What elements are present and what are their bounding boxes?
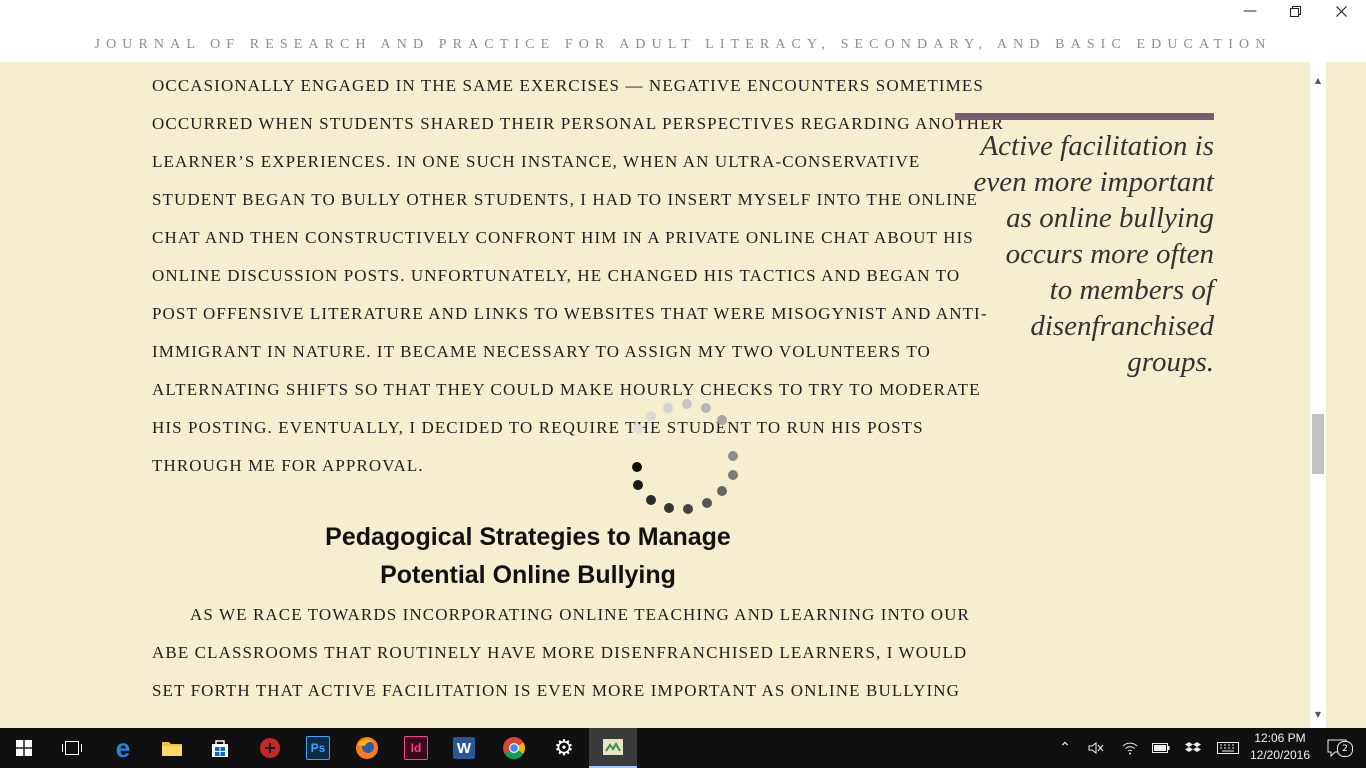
restore-icon: [1289, 5, 1301, 17]
action-center-button[interactable]: 2: [1322, 728, 1353, 768]
photoshop-icon: Ps: [306, 736, 330, 760]
clock-date: 12/20/2016: [1249, 748, 1311, 762]
title-bar: JOURNAL OF RESEARCH AND PRACTICE FOR ADU…: [0, 0, 1366, 62]
section-heading-line: Potential Online Bullying: [380, 561, 676, 589]
text-line: AS WE RACE TOWARDS INCORPORATING ONLINE …: [190, 605, 970, 624]
text-line: LEARNER’S EXPERIENCES. IN ONE SUCH INSTA…: [152, 152, 921, 171]
keyboard-icon: [1217, 742, 1239, 754]
text-line: ONLINE DISCUSSION POSTS. UNFORTUNATELY, …: [152, 266, 961, 285]
network-button[interactable]: [1118, 728, 1142, 768]
clock-time: 12:06 PM: [1254, 731, 1306, 745]
indesign-button[interactable]: Id: [392, 728, 440, 768]
task-view-button[interactable]: [48, 728, 96, 768]
pullquote-line: even more important: [973, 166, 1214, 198]
reader-app-icon: [603, 739, 623, 755]
volume-muted-icon: [1088, 742, 1104, 754]
photoshop-button[interactable]: Ps: [294, 728, 342, 768]
pullquote-line: as online bullying: [1006, 202, 1214, 234]
pullquote-line: disenfranchised: [1030, 310, 1214, 342]
task-view-icon: [62, 741, 82, 755]
edge-button[interactable]: e: [99, 728, 147, 768]
pullquote-line: Active facilitation is: [980, 130, 1214, 162]
indesign-icon: Id: [404, 736, 428, 760]
pullquote-rule: [955, 113, 1214, 120]
minimize-button[interactable]: —: [1227, 0, 1273, 22]
text-line: IMMIGRANT IN NATURE. IT BECAME NECESSARY…: [152, 342, 931, 361]
text-line: OCCURRED WHEN STUDENTS SHARED THEIR PERS…: [152, 114, 1004, 133]
dropbox-icon: [1185, 742, 1201, 752]
chrome-icon: [503, 737, 525, 759]
app-red-button[interactable]: [246, 728, 294, 768]
store-icon: [212, 740, 228, 757]
notification-count-badge: 2: [1337, 741, 1353, 757]
journal-header: JOURNAL OF RESEARCH AND PRACTICE FOR ADU…: [94, 37, 1272, 52]
firefox-icon: [356, 737, 378, 759]
section-heading-line: Pedagogical Strategies to Manage: [325, 523, 731, 551]
battery-button[interactable]: [1149, 728, 1173, 768]
text-line: POST OFFENSIVE LITERATURE AND LINKS TO W…: [152, 304, 988, 323]
word-icon: W: [453, 737, 475, 759]
edge-icon: e: [115, 733, 131, 763]
word-button[interactable]: W: [440, 728, 488, 768]
text-line: OCCASIONALLY ENGAGED IN THE SAME EXERCIS…: [152, 76, 984, 95]
pullquote-line: groups.: [1127, 346, 1214, 378]
text-line: HIS POSTING. EVENTUALLY, I DECIDED TO RE…: [152, 418, 924, 437]
loading-spinner-icon: [632, 399, 738, 514]
battery-icon: [1152, 743, 1170, 753]
gear-icon: ⚙: [554, 735, 574, 761]
reader-app-button[interactable]: [589, 728, 637, 768]
text-line: THROUGH ME FOR APPROVAL.: [152, 456, 424, 475]
file-explorer-button[interactable]: [148, 728, 196, 768]
red-app-icon: [260, 738, 280, 758]
paragraph-2: AS WE RACE TOWARDS INCORPORATING ONLINE …: [152, 596, 970, 710]
chevron-up-icon: ⌃: [1059, 740, 1071, 756]
text-line: SET FORTH THAT ACTIVE FACILITATION IS EV…: [152, 681, 960, 700]
text-line: STUDENT BEGAN TO BULLY OTHER STUDENTS, I…: [152, 190, 978, 209]
scroll-up-arrow-icon[interactable]: ▲: [1310, 72, 1326, 88]
vertical-scrollbar[interactable]: ▲ ▼: [1310, 62, 1326, 728]
dropbox-button[interactable]: [1181, 728, 1205, 768]
document-view[interactable]: OCCASIONALLY ENGAGED IN THE SAME EXERCIS…: [0, 62, 1310, 728]
pullquote-line: occurs more often: [1005, 238, 1214, 270]
text-line: ALTERNATING SHIFTS SO THAT THEY COULD MA…: [152, 380, 981, 399]
text-line: ABE CLASSROOMS THAT ROUTINELY HAVE MORE …: [152, 643, 968, 662]
show-hidden-icons-button[interactable]: ⌃: [1054, 728, 1076, 768]
close-button[interactable]: [1318, 0, 1364, 22]
store-button[interactable]: [196, 728, 244, 768]
taskbar: e Ps Id W ⚙ ⌃ 12:06 PM 12/20/2016 2: [0, 728, 1366, 768]
minimize-icon: —: [1243, 3, 1257, 19]
start-button[interactable]: [0, 728, 48, 768]
paragraph-1: OCCASIONALLY ENGAGED IN THE SAME EXERCIS…: [152, 67, 1004, 485]
keyboard-button[interactable]: [1213, 728, 1243, 768]
text-line: CHAT AND THEN CONSTRUCTIVELY CONFRONT HI…: [152, 228, 974, 247]
restore-button[interactable]: [1272, 0, 1318, 22]
scroll-down-arrow-icon[interactable]: ▼: [1310, 706, 1326, 722]
chrome-button[interactable]: [490, 728, 538, 768]
pullquote: Active facilitation is even more importa…: [940, 128, 1214, 380]
windows-logo-icon: [16, 740, 32, 756]
folder-icon: [162, 742, 182, 756]
settings-button[interactable]: ⚙: [540, 728, 588, 768]
firefox-button[interactable]: [343, 728, 391, 768]
volume-button[interactable]: [1084, 728, 1108, 768]
wifi-icon: [1122, 742, 1138, 755]
scroll-thumb[interactable]: [1312, 414, 1324, 474]
clock[interactable]: 12:06 PM 12/20/2016: [1240, 730, 1320, 764]
section-heading: Pedagogical Strategies to Manage Potenti…: [300, 518, 756, 594]
close-icon: [1335, 5, 1347, 17]
pullquote-line: to members of: [1049, 274, 1214, 306]
